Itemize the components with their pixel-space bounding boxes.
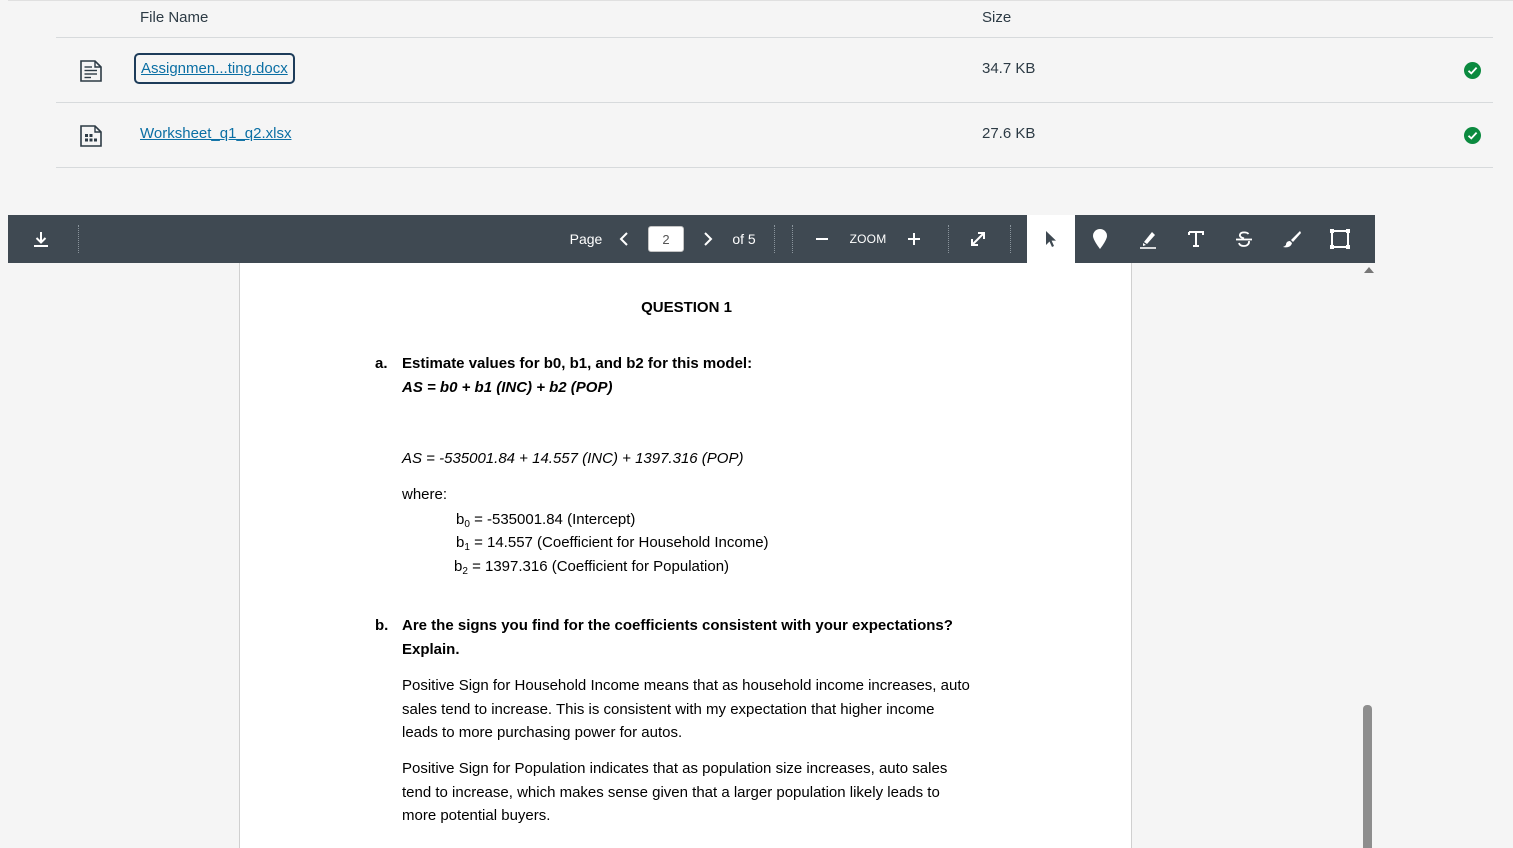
document-viewer[interactable]: QUESTION 1 a. Estimate values for b0, b1… [8,263,1375,848]
plus-icon [908,233,920,245]
strikeout-tool-button[interactable] [1228,215,1260,263]
item-a-marker: a. [375,355,388,372]
brush-icon [1283,231,1301,248]
highlighter-icon [1140,232,1156,249]
zoom-out-button[interactable] [810,215,834,263]
where-label: where: [402,486,448,503]
download-button[interactable] [26,215,56,263]
item-b-question-line1: Are the signs you find for the coefficie… [402,617,953,634]
chevron-right-icon [704,232,713,246]
answer-paragraph-2-line3: more potential buyers. [402,807,551,824]
check-circle-icon [1464,62,1481,79]
vertical-scrollbar[interactable] [1360,263,1375,848]
strikethrough-icon [1236,231,1252,247]
text-t-icon [1188,231,1204,247]
check-circle-icon [1464,127,1481,144]
text-tool-button[interactable] [1180,215,1212,263]
answer-paragraph-1-line3: leads to more purchasing power for autos… [402,724,683,741]
toolbar-separator [774,225,775,253]
highlight-tool-button[interactable] [1132,215,1164,263]
area-tool-button[interactable] [1324,215,1356,263]
expand-icon [971,232,985,246]
column-size: Size [982,9,1012,26]
file-link-xlsx[interactable]: Worksheet_q1_q2.xlsx [140,125,291,142]
cursor-arrow-icon [1046,231,1056,247]
scrollbar-thumb[interactable] [1363,705,1372,848]
document-page: QUESTION 1 a. Estimate values for b0, b1… [239,263,1132,848]
zoom-in-button[interactable] [902,215,926,263]
question-title: QUESTION 1 [641,299,732,316]
coefficient-b0-text: = -535001.84 (Intercept) [469,511,636,528]
page-count-label: of 5 [732,231,756,247]
toolbar-separator [948,225,949,253]
file-size: 27.6 KB [982,125,1036,142]
toolbar-separator [1010,225,1011,253]
coefficient-b2: b2 = 1397.316 (Coefficient for Populatio… [454,558,730,577]
chevron-left-icon [619,232,628,246]
answer-paragraph-2-line2: tend to increase, which makes sense give… [402,784,940,801]
next-page-button[interactable] [696,215,720,263]
select-tool-button[interactable] [1035,215,1067,263]
fullscreen-button[interactable] [964,215,992,263]
square-area-icon [1330,229,1350,249]
download-icon [34,232,48,247]
toolbar-separator [792,225,793,253]
file-size: 34.7 KB [982,60,1036,77]
file-link-docx[interactable]: Assignmen...ting.docx [134,53,295,84]
regression-equation: AS = -535001.84 + 14.557 (INC) + 1397.31… [402,450,744,467]
scroll-up-arrow-icon[interactable] [1364,267,1374,273]
map-pin-icon [1093,229,1107,249]
item-b-question-line2: Explain. [402,641,460,658]
freehand-draw-button[interactable] [1276,215,1308,263]
item-b-marker: b. [375,617,389,634]
document-viewer-toolbar: Page 2 of 5 ZOOM [8,215,1375,263]
document-icon [78,58,104,84]
spreadsheet-icon [78,123,104,149]
previous-page-button[interactable] [612,215,636,263]
minus-icon [816,238,828,240]
point-annotation-button[interactable] [1084,215,1116,263]
file-list-header: File Name Size [56,1,1493,38]
answer-paragraph-2-line1: Positive Sign for Population indicates t… [402,760,948,777]
page-number-input[interactable]: 2 [648,226,684,252]
answer-paragraph-1-line1: Positive Sign for Household Income means… [402,677,970,694]
coefficient-b2-text: = 1397.316 (Coefficient for Population) [467,558,730,575]
file-row[interactable]: Worksheet_q1_q2.xlsx 27.6 KB [56,103,1493,168]
coefficient-b1-text: = 14.557 (Coefficient for Household Inco… [469,534,769,551]
file-row[interactable]: Assignmen...ting.docx 34.7 KB [56,38,1493,103]
toolbar-separator [78,225,79,253]
file-list: File Name Size Assignmen...ting.docx 34.… [56,1,1493,168]
column-file-name: File Name [140,9,209,26]
page-label: Page [569,231,603,247]
zoom-label: ZOOM [849,232,887,246]
answer-paragraph-1-line2: sales tend to increase. This is consiste… [402,701,935,718]
item-a-question: Estimate values for b0, b1, and b2 for t… [402,355,753,372]
item-a-model: AS = b0 + b1 (INC) + b2 (POP) [402,379,613,396]
